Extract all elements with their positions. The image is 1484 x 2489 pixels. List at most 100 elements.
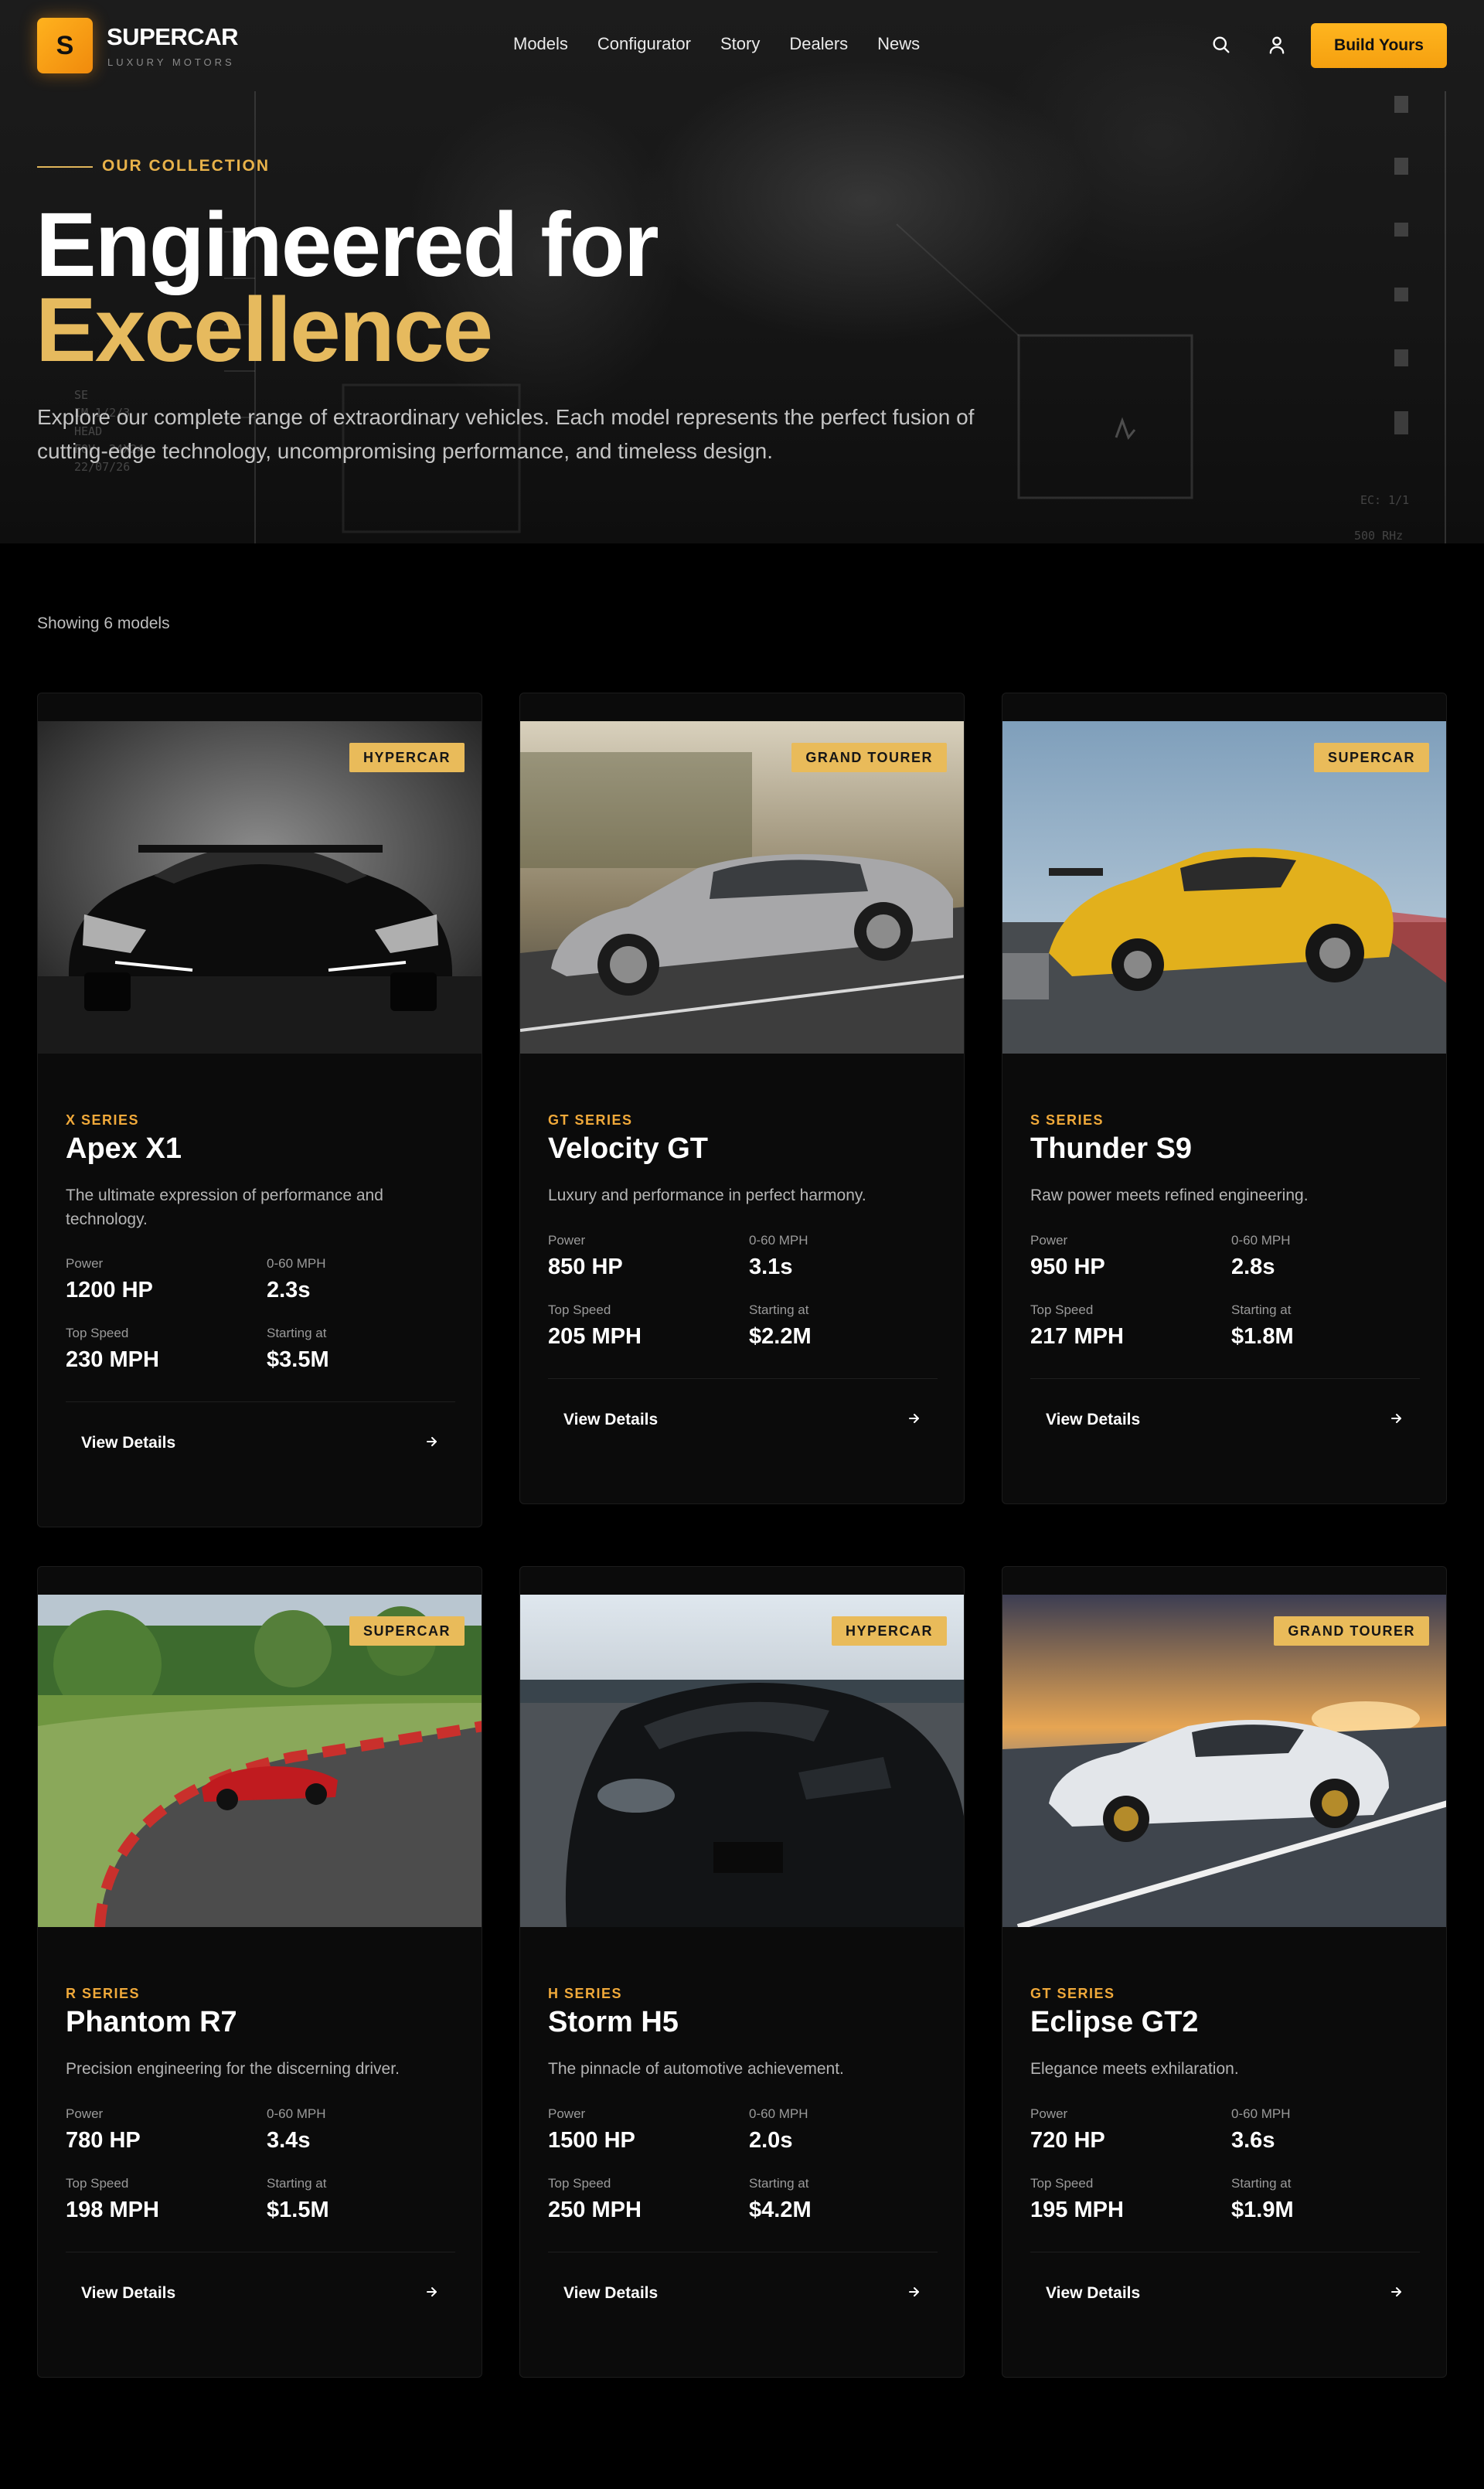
hero-title-highlight: Excellence: [36, 279, 493, 381]
spec-label-acceleration: 0-60 MPH: [267, 2106, 326, 2121]
spec-value-power: 950 HP: [1030, 1255, 1105, 1279]
card-divider: [66, 1401, 455, 1402]
logo-letter: S: [56, 30, 74, 60]
spec-label-top-speed: Top Speed: [548, 1302, 611, 1317]
spec-label-top-speed: Top Speed: [548, 2176, 611, 2191]
spec-label-price: Starting at: [749, 2176, 809, 2191]
model-description: The pinnacle of automotive achievement.: [548, 2060, 844, 2078]
view-details-button[interactable]: View Details: [548, 2270, 938, 2317]
view-details-label: View Details: [563, 1411, 659, 1428]
view-details-button[interactable]: View Details: [66, 2270, 455, 2317]
view-details-button[interactable]: View Details: [66, 1420, 455, 1466]
model-description: Elegance meets exhilaration.: [1030, 2060, 1239, 2078]
spec-label-price: Starting at: [267, 2176, 327, 2191]
main-menu: Models Configurator Story Dealers News: [513, 34, 920, 54]
brand-logo[interactable]: S: [37, 18, 93, 73]
spec-value-acceleration: 3.4s: [267, 2128, 311, 2153]
model-name[interactable]: Thunder S9: [1030, 1132, 1192, 1166]
model-card[interactable]: HYPERCAR H SERIES Storm H5 The pinnacle …: [519, 1566, 965, 2378]
car-image[interactable]: SUPERCAR: [38, 1595, 482, 1927]
spec-value-acceleration: 3.1s: [749, 1255, 793, 1279]
badge-label: HYPERCAR: [362, 749, 451, 765]
model-card[interactable]: HYPERCAR X SERIES Apex X1 The ultimate e…: [37, 693, 482, 1527]
view-details-button[interactable]: View Details: [548, 1397, 938, 1443]
view-details-label: View Details: [81, 2284, 176, 2302]
model-card[interactable]: GRAND TOURER GT SERIES Eclipse GT2 Elega…: [1002, 1566, 1447, 2378]
nav-link-news[interactable]: News: [877, 34, 920, 54]
model-name[interactable]: Phantom R7: [66, 2006, 237, 2039]
arrow-right-icon: [907, 2284, 922, 2303]
view-details-button[interactable]: View Details: [1030, 1397, 1420, 1443]
spec-label-top-speed: Top Speed: [66, 1326, 129, 1340]
spec-label-price: Starting at: [749, 1302, 809, 1317]
model-name[interactable]: Velocity GT: [548, 1132, 708, 1166]
brand-tagline: LUXURY MOTORS: [107, 56, 235, 68]
top-navigation: S SUPERCAR LUXURY MOTORS Models Configur…: [0, 0, 1484, 91]
car-image[interactable]: HYPERCAR: [520, 1595, 964, 1927]
spec-label-acceleration: 0-60 MPH: [1231, 1233, 1291, 1248]
nav-link-dealers[interactable]: Dealers: [789, 34, 848, 54]
view-details-label: View Details: [1046, 1411, 1141, 1428]
spec-value-power: 720 HP: [1030, 2128, 1105, 2153]
arrow-right-icon: [424, 1434, 440, 1453]
view-details-button[interactable]: View Details: [1030, 2270, 1420, 2317]
nav-link-story[interactable]: Story: [720, 34, 760, 54]
car-image[interactable]: GRAND TOURER: [520, 721, 964, 1054]
arrow-right-icon: [1389, 2284, 1404, 2303]
arrow-right-icon: [424, 2284, 440, 2303]
spec-value-price: $1.9M: [1231, 2198, 1294, 2222]
results-count: Showing 6 models: [37, 615, 170, 632]
arrow-right-icon: [907, 1411, 922, 1430]
spec-label-top-speed: Top Speed: [66, 2176, 129, 2191]
hero-title: Engineered for: [36, 194, 659, 296]
spec-value-price: $4.2M: [749, 2198, 812, 2222]
spec-value-power: 780 HP: [66, 2128, 141, 2153]
search-icon[interactable]: [1208, 32, 1234, 58]
series-label: R SERIES: [66, 1986, 141, 2001]
user-icon[interactable]: [1264, 32, 1290, 58]
build-yours-button[interactable]: Build Yours: [1311, 23, 1447, 68]
brand-name[interactable]: SUPERCAR: [107, 23, 238, 51]
hero-description: Explore our complete range of extraordin…: [37, 405, 975, 463]
series-label: GT SERIES: [548, 1112, 633, 1128]
view-details-label: View Details: [1046, 2284, 1141, 2302]
model-card[interactable]: GRAND TOURER GT SERIES Velocity GT Luxur…: [519, 693, 965, 1504]
hero-eyebrow: OUR COLLECTION: [102, 157, 270, 175]
model-description: Precision engineering for the discerning…: [66, 2060, 400, 2078]
series-label: GT SERIES: [1030, 1986, 1115, 2001]
spec-label-acceleration: 0-60 MPH: [749, 2106, 808, 2121]
car-image[interactable]: HYPERCAR: [38, 721, 482, 1054]
spec-label-top-speed: Top Speed: [1030, 2176, 1094, 2191]
spec-label-price: Starting at: [1231, 1302, 1292, 1317]
model-name[interactable]: Storm H5: [548, 2006, 679, 2039]
spec-label-price: Starting at: [267, 1326, 327, 1340]
badge-label: GRAND TOURER: [805, 749, 933, 765]
car-image[interactable]: SUPERCAR: [1002, 721, 1446, 1054]
view-details-label: View Details: [563, 2284, 659, 2302]
nav-link-models[interactable]: Models: [513, 34, 568, 54]
model-card[interactable]: SUPERCAR S SERIES Thunder S9 Raw power m…: [1002, 693, 1447, 1504]
nav-link-configurator[interactable]: Configurator: [597, 34, 691, 54]
view-details-label: View Details: [81, 1434, 176, 1452]
car-image[interactable]: GRAND TOURER: [1002, 1595, 1446, 1927]
series-label: H SERIES: [548, 1986, 623, 2001]
model-name[interactable]: Apex X1: [66, 1132, 182, 1166]
hero-overlay-readout: EC: 1/1: [1360, 493, 1410, 507]
category-badge: HYPERCAR: [349, 743, 465, 772]
spec-value-acceleration: 2.0s: [749, 2128, 793, 2153]
badge-label: SUPERCAR: [362, 1622, 451, 1639]
spec-value-top-speed: 198 MPH: [66, 2198, 159, 2222]
spec-value-price: $1.5M: [267, 2198, 329, 2222]
spec-label-acceleration: 0-60 MPH: [267, 1256, 326, 1271]
spec-label-power: Power: [1030, 2106, 1068, 2121]
model-card[interactable]: SUPERCAR R SERIES Phantom R7 Precision e…: [37, 1566, 482, 2378]
badge-label: SUPERCAR: [1327, 749, 1415, 765]
spec-value-top-speed: 205 MPH: [548, 1324, 642, 1349]
model-name[interactable]: Eclipse GT2: [1030, 2006, 1199, 2039]
spec-label-acceleration: 0-60 MPH: [1231, 2106, 1291, 2121]
spec-value-acceleration: 2.8s: [1231, 1255, 1275, 1279]
model-description: Luxury and performance in perfect harmon…: [548, 1187, 866, 1204]
spec-value-power: 1500 HP: [548, 2128, 635, 2153]
category-badge: GRAND TOURER: [1274, 1616, 1429, 1646]
spec-value-top-speed: 217 MPH: [1030, 1324, 1124, 1349]
